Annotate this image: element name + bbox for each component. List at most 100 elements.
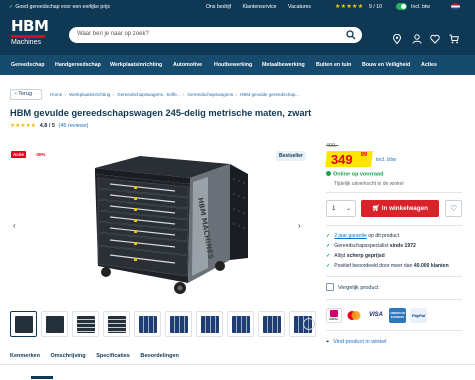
nav-item-buiten-en-tuin[interactable]: Buiten en tuin [316, 62, 351, 68]
header: HBM Machines Waar ben je naar op zoek? [0, 14, 475, 55]
link-klantenservice[interactable]: Klantenservice [243, 4, 277, 10]
discount-badge: -30% [35, 152, 46, 157]
tab-specificaties[interactable]: Specificaties [96, 353, 130, 359]
breadcrumb: Home › Werkplaatsinrichting › Gereedschaps… [50, 92, 300, 97]
actie-badge: Actie [11, 151, 27, 158]
nav-item-acties[interactable]: Acties [421, 62, 437, 68]
ideal-icon: iDEAL [326, 308, 342, 323]
stock-status: Online op voorraad [326, 171, 383, 178]
usp-list: ✓ 2 jaar garantie op dit product ✓ Gereeds… [326, 233, 449, 273]
breadcrumb-item[interactable]: Werkplaatsinrichting [69, 92, 110, 97]
divider [326, 299, 462, 300]
nav-item-metaalbewerking[interactable]: Metaalbewerking [262, 62, 305, 68]
check-icon: ✓ [326, 263, 331, 269]
thumbnail[interactable] [258, 311, 285, 337]
usp-item: ✓ Gereedschapsspecialist sinds 1972 [326, 243, 416, 249]
price-tag: 349 99 [325, 151, 373, 167]
chevron-left-icon[interactable]: ‹ [13, 222, 21, 230]
checkbox-icon [326, 283, 334, 291]
thumbnail[interactable] [103, 311, 130, 337]
price: 349 [330, 152, 353, 167]
breadcrumb-item[interactable]: Gereedschapswagens, -koffe... [117, 92, 181, 97]
rating-stars-icon: ★★★★★ [335, 4, 364, 10]
price-vat-note: incl. btw [376, 157, 396, 163]
compare-checkbox[interactable]: Vergelijk product [326, 283, 379, 291]
store-stock-status: Tijdelijk uitverkocht in de winkel [334, 181, 404, 187]
top-links: Ons bedrijf Klantenservice Vacatures [206, 4, 321, 10]
vat-label: Incl. btw [411, 4, 431, 10]
product-rating: ★★★★★ 4.8 / 5 (45 reviews) [10, 123, 88, 129]
shop-score: 9 / 10 [369, 4, 382, 10]
add-to-cart-button[interactable]: 🛒︎ In winkelwagen [361, 200, 439, 217]
search-placeholder: Waar ben je naar op zoek? [77, 31, 149, 37]
visa-icon: VISA [368, 312, 383, 318]
check-icon: ✔ [9, 4, 14, 10]
nav-item-automotive[interactable]: Automotive [173, 62, 202, 68]
thumbnail[interactable] [165, 311, 192, 337]
vat-toggle[interactable] [396, 3, 407, 10]
nav-item-gereedschap[interactable]: Gereedschap [11, 62, 45, 68]
paypal-icon: PayPal [410, 308, 427, 323]
product-image[interactable]: HBM MACHINES [80, 148, 250, 298]
divider [326, 225, 462, 226]
location-pin-icon: ⌖ [326, 339, 330, 345]
section-heading-stub [31, 376, 53, 379]
logo[interactable]: HBM Machines [11, 19, 49, 51]
top-bar: ✔ Goed gereedschap voor een eerlijke prij… [0, 0, 475, 14]
rating-score: 4.8 / 5 [39, 123, 55, 129]
old-price: 499,- [326, 143, 339, 149]
location-pin-icon[interactable] [392, 34, 402, 44]
cart-icon: 🛒︎ [372, 205, 382, 212]
link-vacatures[interactable]: Vacatures [288, 4, 311, 10]
thumbnail[interactable] [72, 311, 99, 337]
thumbnail[interactable] [134, 311, 161, 337]
chevron-right-icon[interactable]: › [298, 222, 306, 230]
tab-divider [0, 364, 475, 365]
thumbnail[interactable] [10, 311, 37, 337]
divider [326, 192, 462, 193]
in-stock-dot-icon [326, 171, 331, 176]
breadcrumb-item[interactable]: HBM gevulde gereedschap... [240, 92, 299, 97]
amex-icon: AMERICAN EXPRESS [389, 308, 406, 323]
quantity-select[interactable]: 1 ⌄ [326, 200, 356, 217]
link-ons-bedrijf[interactable]: Ons bedrijf [206, 4, 231, 10]
cart-icon[interactable] [449, 34, 459, 44]
price-cents: 99 [360, 152, 368, 158]
thumbnail[interactable] [41, 311, 68, 337]
tab-omschrijving[interactable]: Omschrijving [51, 353, 86, 359]
search-icon[interactable] [346, 30, 356, 40]
heart-icon[interactable] [430, 34, 440, 44]
search-input[interactable]: Waar ben je naar op zoek? [69, 27, 362, 43]
tab-beoordelingen[interactable]: Beoordelingen [140, 353, 179, 359]
check-icon: ✓ [326, 253, 331, 259]
tab-kenmerken[interactable]: Kenmerken [10, 353, 40, 359]
usp-item: ✓ Positief beoordeeld door meer dan 40.00… [326, 263, 449, 269]
usp-text: ✔ Goed gereedschap voor een eerlijke prij… [9, 4, 110, 10]
divider [326, 276, 462, 277]
thumbnail[interactable] [227, 311, 254, 337]
user-icon[interactable] [412, 34, 422, 44]
divider [326, 330, 462, 331]
check-icon: ✓ [326, 243, 331, 249]
nav-item-handgereedschap[interactable]: Handgereedschap [55, 62, 101, 68]
usp-item: ✓ Altijd scherp geprijsd [326, 253, 385, 259]
product-tabs: Kenmerken Omschrijving Specificaties Beo… [10, 353, 188, 359]
nav-item-houtbewerking[interactable]: Houtbewerking [214, 62, 252, 68]
netherlands-flag-icon[interactable] [451, 3, 460, 10]
page-title: HBM gevulde gereedschapswagen 245-delig … [10, 108, 312, 118]
breadcrumb-item[interactable]: Home [50, 92, 62, 97]
bestseller-badge: Bestseller [276, 151, 306, 161]
check-icon: ✓ [326, 233, 331, 239]
back-button[interactable]: ‹ Terug [10, 89, 42, 100]
main-nav: Gereedschap Handgereedschap Werkplaatsin… [0, 55, 475, 75]
reviews-link[interactable]: (45 reviews) [59, 123, 89, 129]
chevron-down-icon: ⌄ [345, 206, 351, 212]
breadcrumb-item[interactable]: Gereedschapswagens [187, 92, 233, 97]
wishlist-heart-icon[interactable]: ♡ [445, 200, 462, 217]
usp-item: ✓ 2 jaar garantie op dit product [326, 233, 400, 239]
thumbnail[interactable] [196, 311, 223, 337]
find-in-store-link[interactable]: ⌖ Vind product in winkel [326, 339, 387, 346]
thumbnail-next-chevron-icon[interactable]: › [303, 318, 315, 330]
nav-item-bouw-en-veiligheid[interactable]: Bouw en Veiligheid [362, 62, 410, 68]
nav-item-werkplaatsinrichting[interactable]: Werkplaatsinrichting [110, 62, 162, 68]
